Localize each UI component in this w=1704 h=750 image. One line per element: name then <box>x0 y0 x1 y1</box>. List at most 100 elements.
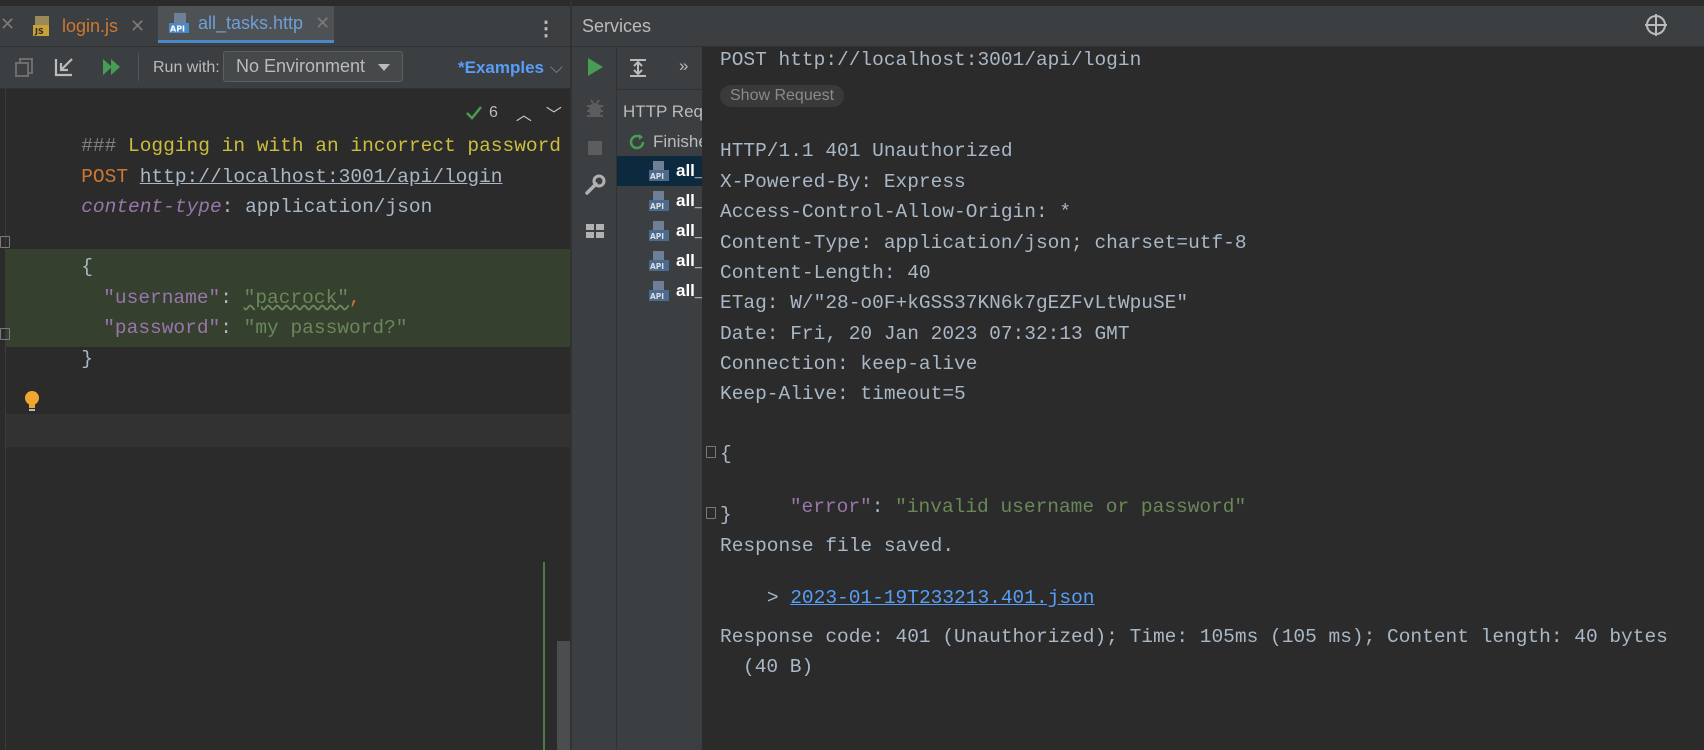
api-file-icon: API <box>649 250 669 272</box>
body-brace-open: { <box>720 443 732 465</box>
saved-file-link[interactable]: 2023-01-19T233213.401.json <box>790 587 1094 609</box>
fold-marker-icon[interactable] <box>0 236 10 248</box>
import-icon[interactable] <box>52 55 76 79</box>
api-file-icon: API <box>168 12 190 34</box>
json-value: "invalid username or password" <box>895 496 1247 518</box>
svg-text:API: API <box>650 232 664 241</box>
environment-select[interactable]: No Environment <box>223 51 403 82</box>
expand-all-icon[interactable] <box>627 57 649 79</box>
json-key: "error" <box>789 496 872 518</box>
services-tree: » HTTP Req Finishe API all_ API all_ API all_… <box>617 47 703 750</box>
js-file-icon: JS <box>32 15 54 37</box>
request-line: POST http://localhost:3001/api/login <box>720 49 1142 71</box>
response-header-line: Date: Fri, 20 Jan 2023 07:32:13 GMT <box>720 322 1130 345</box>
tree-toolbar: » <box>617 47 702 90</box>
tree-label: all_ <box>676 281 703 300</box>
header-value: application/json <box>245 196 433 218</box>
tab-label: all_tasks.http <box>198 12 304 33</box>
tree-label: all_ <box>676 161 703 180</box>
show-request-button[interactable]: Show Request <box>720 85 845 107</box>
response-header-line: Content-Length: 40 <box>720 261 931 284</box>
svg-text:API: API <box>650 262 664 271</box>
tree-request-item[interactable]: API all_ <box>617 246 702 276</box>
services-side-toolbar <box>572 47 617 750</box>
tree-request-item[interactable]: API all_ <box>617 216 702 246</box>
json-colon: : <box>871 496 896 518</box>
services-title: Services <box>582 16 652 36</box>
chevron-right-icon[interactable]: » <box>679 56 688 76</box>
saved-file-line: > 2023-01-19T233213.401.json <box>720 565 1095 631</box>
services-header: Services <box>572 6 1704 47</box>
response-header-line: Connection: keep-alive <box>720 352 978 375</box>
response-header-line: X-Powered-By: Express <box>720 171 966 193</box>
change-marker <box>543 562 545 750</box>
tab-close-icon[interactable]: ✕ <box>130 16 145 37</box>
locate-icon[interactable] <box>1645 14 1667 36</box>
run-with-label: Run with: <box>153 59 220 76</box>
saved-prefix: > <box>766 587 791 609</box>
summary-line: Response code: 401 (Unauthorized); Time:… <box>720 626 1668 648</box>
api-file-icon: API <box>649 160 669 182</box>
tree-label: Finishe <box>653 132 703 151</box>
svg-text:API: API <box>650 172 664 181</box>
tab-close-icon[interactable]: ✕ <box>315 13 330 34</box>
wrench-icon[interactable] <box>584 174 606 196</box>
svg-text:API: API <box>650 292 664 301</box>
tree-item-finished[interactable]: Finishe <box>617 127 703 157</box>
show-request-label: Show Request <box>730 87 835 104</box>
fold-marker-icon[interactable] <box>706 507 716 519</box>
summary-line-wrap: (40 B) <box>743 656 814 678</box>
svg-text:API: API <box>170 25 185 34</box>
response-header-line: Keep-Alive: timeout=5 <box>720 383 966 406</box>
tree-label: all_ <box>676 221 703 240</box>
layout-icon[interactable] <box>584 220 606 242</box>
http-client-toolbar: Run with: No Environment *Examples ⌵ <box>0 47 570 89</box>
editor-tab-bar: ✕ JS login.js ✕ API all_tasks.http ✕ ⋮ <box>0 6 570 47</box>
chevron-down-icon <box>378 64 390 71</box>
debug-icon[interactable] <box>584 97 606 119</box>
scrollbar[interactable] <box>557 641 570 750</box>
brace-close: } <box>81 348 93 370</box>
body-brace-close: } <box>720 504 732 526</box>
run-all-icon[interactable] <box>100 55 124 79</box>
stop-icon[interactable] <box>584 137 606 159</box>
json-colon: : <box>220 317 244 339</box>
close-icon[interactable]: ✕ <box>0 14 15 35</box>
tree-request-item[interactable]: API all_ <box>617 156 702 186</box>
api-file-icon: API <box>649 220 669 242</box>
more-options-icon[interactable]: ⋮ <box>536 16 556 41</box>
tree-label: all_ <box>676 191 703 210</box>
copy-icon[interactable] <box>12 55 36 79</box>
tree-request-item[interactable]: API all_ <box>617 186 702 216</box>
tab-all-tasks-http[interactable]: API all_tasks.http ✕ <box>158 6 334 43</box>
lightbulb-icon[interactable] <box>23 390 41 414</box>
fold-marker-icon[interactable] <box>706 446 716 458</box>
response-header-line: ETag: W/"28-o0F+kGSS37KN6k7gEZFvLtWpuSE" <box>720 292 1189 315</box>
status-line: HTTP/1.1 401 Unauthorized <box>720 140 1013 162</box>
current-line-highlight <box>6 414 570 447</box>
environment-value: No Environment <box>236 56 366 76</box>
tree-item-http-requests[interactable]: HTTP Req <box>617 97 703 127</box>
response-viewer[interactable]: POST http://localhost:3001/api/login Sho… <box>703 47 1704 750</box>
tree-label: HTTP Req <box>623 102 703 121</box>
response-header-line: Content-Type: application/json; charset=… <box>720 231 1247 254</box>
response-header-line: Access-Control-Allow-Origin: * <box>720 201 1072 224</box>
toolbar-separator <box>138 53 139 81</box>
api-file-icon: API <box>649 190 669 212</box>
svg-text:JS: JS <box>34 27 44 36</box>
tab-login-js[interactable]: JS login.js ✕ <box>32 6 150 46</box>
header-name: content-type <box>81 196 222 218</box>
chevron-down-icon: ⌵ <box>550 58 563 77</box>
body-error-line: "error": "invalid username or password" <box>743 474 1246 540</box>
header-separator: : <box>221 196 246 218</box>
svg-text:API: API <box>650 202 664 211</box>
json-value: "my password?" <box>243 317 408 339</box>
fold-marker-icon[interactable] <box>0 328 10 340</box>
run-icon[interactable] <box>584 56 606 78</box>
code-editor[interactable]: 6 ︿ ﹀ ### Logging in with an incorrect p… <box>0 89 570 750</box>
api-file-icon: API <box>649 280 669 302</box>
tree-request-item[interactable]: API all_ <box>617 276 702 306</box>
examples-dropdown[interactable]: *Examples ⌵ <box>458 58 563 78</box>
code-line-header: content-type: application/json <box>11 174 432 240</box>
saved-text: Response file saved. <box>720 535 955 557</box>
